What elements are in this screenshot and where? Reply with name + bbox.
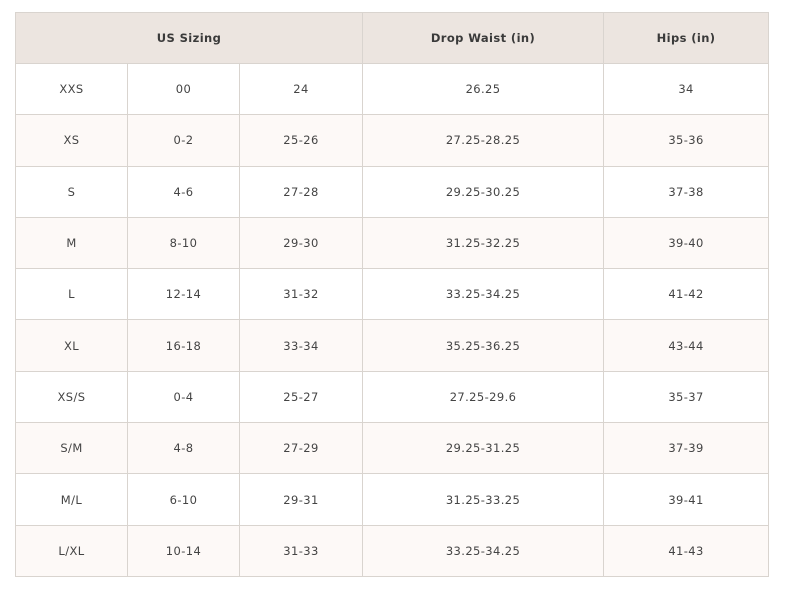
- size-label-cell: XXS: [15, 62, 128, 116]
- us-size-cell: 00: [127, 62, 240, 116]
- size-label-cell: L/XL: [15, 524, 128, 577]
- waist-size-cell: 27-28: [238, 165, 364, 218]
- drop-waist-cell: 27.25-29.6: [362, 370, 605, 424]
- header-us-sizing: US Sizing: [14, 12, 364, 64]
- header-drop-waist: Drop Waist (in): [362, 12, 605, 64]
- waist-size-cell: 27-29: [238, 422, 364, 475]
- hips-cell: 35-36: [603, 114, 770, 167]
- size-chart-table: US Sizing Drop Waist (in) Hips (in) XXS …: [14, 12, 770, 577]
- table-row: M 8-10 29-30 31.25-32.25 39-40: [15, 216, 770, 270]
- header-row: US Sizing Drop Waist (in) Hips (in): [14, 12, 770, 64]
- drop-waist-cell: 29.25-31.25: [362, 422, 605, 475]
- table-row: L 12-14 31-32 33.25-34.25 41-42: [15, 268, 770, 321]
- table-body: XXS 00 24 26.25 34 XS 0-2 25-26 27.25-28…: [15, 62, 770, 577]
- hips-cell: 39-40: [603, 216, 770, 270]
- drop-waist-cell: 31.25-32.25: [362, 216, 605, 270]
- size-label-cell: L: [15, 268, 128, 321]
- table-row: XL 16-18 33-34 35.25-36.25 43-44: [15, 319, 770, 372]
- hips-cell: 37-38: [603, 165, 770, 218]
- waist-size-cell: 29-31: [238, 473, 364, 526]
- waist-size-cell: 29-30: [238, 216, 364, 270]
- hips-cell: 34: [603, 62, 770, 116]
- waist-size-cell: 25-27: [238, 370, 364, 424]
- hips-cell: 43-44: [603, 319, 770, 372]
- table-row: L/XL 10-14 31-33 33.25-34.25 41-43: [15, 524, 770, 577]
- table-row: XXS 00 24 26.25 34: [15, 62, 770, 116]
- size-label-cell: M: [15, 216, 128, 270]
- header-hips: Hips (in): [603, 12, 770, 64]
- drop-waist-cell: 35.25-36.25: [362, 319, 605, 372]
- table-row: M/L 6-10 29-31 31.25-33.25 39-41: [15, 473, 770, 526]
- table-row: S/M 4-8 27-29 29.25-31.25 37-39: [15, 422, 770, 475]
- size-label-cell: S: [15, 165, 128, 218]
- waist-size-cell: 33-34: [238, 319, 364, 372]
- hips-cell: 37-39: [603, 422, 770, 475]
- size-label-cell: XS: [15, 114, 128, 167]
- hips-cell: 35-37: [603, 370, 770, 424]
- size-label-cell: XL: [15, 319, 128, 372]
- us-size-cell: 6-10: [127, 473, 240, 526]
- table-row: XS 0-2 25-26 27.25-28.25 35-36: [15, 114, 770, 167]
- us-size-cell: 12-14: [127, 268, 240, 321]
- hips-cell: 41-42: [603, 268, 770, 321]
- waist-size-cell: 31-32: [238, 268, 364, 321]
- us-size-cell: 16-18: [127, 319, 240, 372]
- waist-size-cell: 31-33: [238, 524, 364, 577]
- us-size-cell: 10-14: [127, 524, 240, 577]
- drop-waist-cell: 31.25-33.25: [362, 473, 605, 526]
- us-size-cell: 4-8: [127, 422, 240, 475]
- table-row: S 4-6 27-28 29.25-30.25 37-38: [15, 165, 770, 218]
- table-header: US Sizing Drop Waist (in) Hips (in): [14, 12, 770, 64]
- table-row: XS/S 0-4 25-27 27.25-29.6 35-37: [15, 370, 770, 424]
- hips-cell: 41-43: [603, 524, 770, 577]
- waist-size-cell: 24: [238, 62, 364, 116]
- waist-size-cell: 25-26: [238, 114, 364, 167]
- us-size-cell: 4-6: [127, 165, 240, 218]
- drop-waist-cell: 33.25-34.25: [362, 268, 605, 321]
- drop-waist-cell: 27.25-28.25: [362, 114, 605, 167]
- drop-waist-cell: 33.25-34.25: [362, 524, 605, 577]
- us-size-cell: 0-4: [127, 370, 240, 424]
- size-label-cell: S/M: [15, 422, 128, 475]
- us-size-cell: 8-10: [127, 216, 240, 270]
- size-label-cell: XS/S: [15, 370, 128, 424]
- drop-waist-cell: 29.25-30.25: [362, 165, 605, 218]
- size-label-cell: M/L: [15, 473, 128, 526]
- hips-cell: 39-41: [603, 473, 770, 526]
- us-size-cell: 0-2: [127, 114, 240, 167]
- drop-waist-cell: 26.25: [362, 62, 605, 116]
